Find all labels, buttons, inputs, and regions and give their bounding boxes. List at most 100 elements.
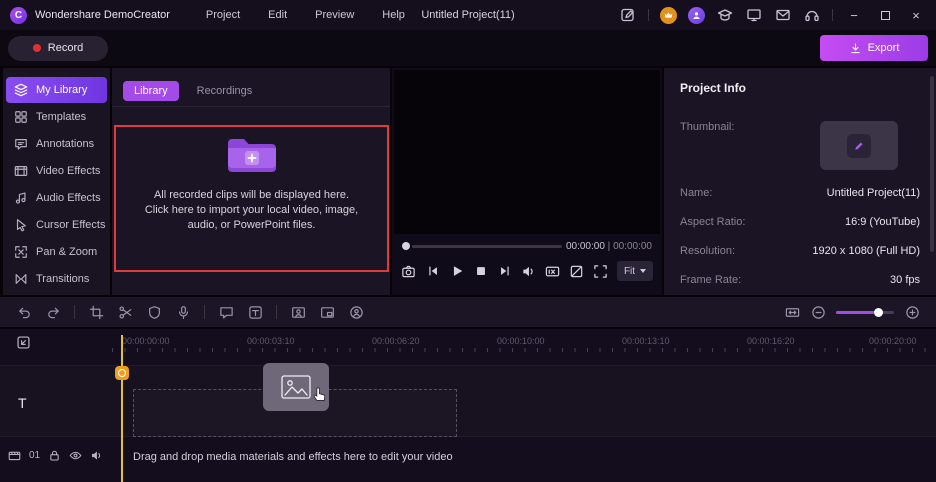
minimize-button[interactable]: − (844, 8, 864, 23)
crop-tool-icon[interactable] (88, 304, 104, 320)
sidebar-item-video-effects[interactable]: Video Effects (6, 158, 107, 184)
menu-edit[interactable]: Edit (268, 9, 287, 21)
mute-crossed-icon[interactable] (569, 263, 585, 279)
timeline-body: 00:00:00:00 00:00:03:10 00:00:06:20 00:0… (0, 329, 936, 482)
export-button[interactable]: Export (820, 35, 928, 61)
play-button[interactable] (449, 263, 465, 279)
playhead[interactable] (121, 335, 123, 482)
rewards-icon[interactable] (660, 6, 677, 24)
annotation-bubble-icon (14, 137, 28, 151)
mask-tool-icon[interactable] (146, 304, 162, 320)
ruler-timestamp: 00:00:16:20 (747, 336, 795, 346)
green-screen-icon[interactable] (290, 304, 306, 320)
menu-help[interactable]: Help (382, 9, 405, 21)
folder-plus-icon (226, 136, 278, 176)
maximize-button[interactable] (875, 8, 895, 23)
frame-rate-label: Frame Rate: (680, 274, 742, 286)
zoom-slider[interactable] (836, 307, 894, 317)
sidebar-item-pan-zoom[interactable]: Pan & Zoom (6, 239, 107, 265)
video-track-header: 01 (8, 443, 103, 467)
sidebar-item-label: Pan & Zoom (36, 246, 98, 258)
timeline-zoom-controls (784, 304, 920, 320)
time-display: 00:00:00 | 00:00:00 (566, 241, 652, 252)
toggle-visibility-eye-icon[interactable] (69, 449, 82, 462)
sidebar-item-cursor-effects[interactable]: Cursor Effects (6, 212, 107, 238)
undo-button[interactable] (16, 304, 32, 320)
menu-project[interactable]: Project (206, 9, 240, 21)
sidebar-item-annotations[interactable]: Annotations (6, 131, 107, 157)
sidebar-item-label: Video Effects (36, 165, 101, 177)
zoom-slider-knob[interactable] (873, 307, 883, 317)
current-time: 00:00:00 (565, 240, 605, 252)
fit-timeline-icon[interactable] (784, 304, 800, 320)
library-tabs: Library Recordings (112, 68, 390, 104)
video-preview-canvas[interactable] (394, 70, 660, 234)
sidebar-item-my-library[interactable]: My Library (6, 77, 107, 103)
next-frame-button[interactable] (497, 263, 513, 279)
playhead-badge-icon[interactable] (115, 366, 129, 380)
import-hint-line2: Click here to import your local video, i… (144, 204, 359, 231)
snapshot-camera-icon[interactable] (401, 263, 417, 279)
tab-recordings[interactable]: Recordings (197, 85, 253, 97)
sidebar-item-audio-effects[interactable]: Audio Effects (6, 185, 107, 211)
messages-icon[interactable] (774, 6, 792, 24)
seek-knob[interactable] (402, 242, 410, 250)
aspect-ratio-row: Aspect Ratio: 16:9 (YouTube) (680, 216, 920, 228)
timeline-ruler[interactable]: 00:00:00:00 00:00:03:10 00:00:06:20 00:0… (112, 334, 936, 354)
caption-tool-icon[interactable] (218, 304, 234, 320)
text-tool-icon[interactable] (247, 304, 263, 320)
sidebar-item-transitions[interactable]: Transitions (6, 266, 107, 292)
transitions-icon (14, 272, 28, 286)
ruler-timestamp: 00:00:00:00 (122, 336, 170, 346)
playback-controls: Fit (392, 258, 662, 284)
pip-tool-icon[interactable] (319, 304, 335, 320)
split-tool-icon[interactable] (117, 304, 133, 320)
titlebar-divider (832, 9, 833, 21)
redo-button[interactable] (45, 304, 61, 320)
ruler-timestamp: 00:00:20:00 (869, 336, 917, 346)
pan-zoom-icon (14, 245, 28, 259)
menu-preview[interactable]: Preview (315, 9, 354, 21)
volume-icon[interactable] (521, 263, 537, 279)
record-button[interactable]: Record (8, 35, 108, 61)
track-number: 01 (29, 449, 41, 461)
sidebar-item-label: Transitions (36, 273, 90, 285)
screen-recorder-icon[interactable] (745, 6, 763, 24)
voiceover-mic-icon[interactable] (175, 304, 191, 320)
thumbnail-box[interactable] (820, 121, 898, 170)
edit-thumbnail-icon[interactable] (847, 133, 871, 158)
tab-library[interactable]: Library (123, 81, 179, 101)
app-name: Wondershare DemoCreator (35, 9, 170, 21)
library-panel: Library Recordings All recorded clips wi… (112, 68, 390, 295)
support-headset-icon[interactable] (803, 6, 821, 24)
zoom-in-button[interactable] (904, 304, 920, 320)
lock-track-icon[interactable] (48, 449, 61, 462)
resolution-value: 1920 x 1080 (Full HD) (812, 245, 920, 257)
account-avatar[interactable] (688, 6, 705, 24)
manage-tracks-icon[interactable] (16, 335, 31, 350)
sidebar-item-label: Cursor Effects (36, 219, 106, 231)
feedback-icon[interactable] (619, 6, 637, 24)
playback-speed-icon[interactable] (545, 263, 561, 279)
project-title: Untitled Project(11) (421, 9, 515, 21)
stop-button[interactable] (473, 263, 489, 279)
previous-frame-button[interactable] (425, 263, 441, 279)
avatar-tool-icon[interactable] (348, 304, 364, 320)
import-media-dropzone[interactable]: All recorded clips will be displayed her… (114, 125, 389, 272)
seek-track[interactable] (412, 244, 562, 248)
scrollbar[interactable] (930, 76, 934, 252)
toolbar-divider (276, 305, 277, 319)
zoom-out-button[interactable] (810, 304, 826, 320)
tutorials-icon[interactable] (716, 6, 734, 24)
titlebar: C Wondershare DemoCreator Project Edit P… (0, 0, 936, 30)
action-bar: Record Export (0, 30, 936, 66)
fullscreen-crop-icon[interactable] (593, 263, 609, 279)
library-tabs-divider (112, 106, 390, 107)
close-button[interactable]: × (906, 8, 926, 23)
time-divider: | (607, 240, 611, 252)
import-hint-line1: All recorded clips will be displayed her… (153, 189, 350, 201)
fit-dropdown[interactable]: Fit (616, 261, 654, 281)
sidebar-item-templates[interactable]: Templates (6, 104, 107, 130)
text-track-header[interactable]: T (18, 395, 27, 411)
mute-track-speaker-icon[interactable] (90, 449, 103, 462)
